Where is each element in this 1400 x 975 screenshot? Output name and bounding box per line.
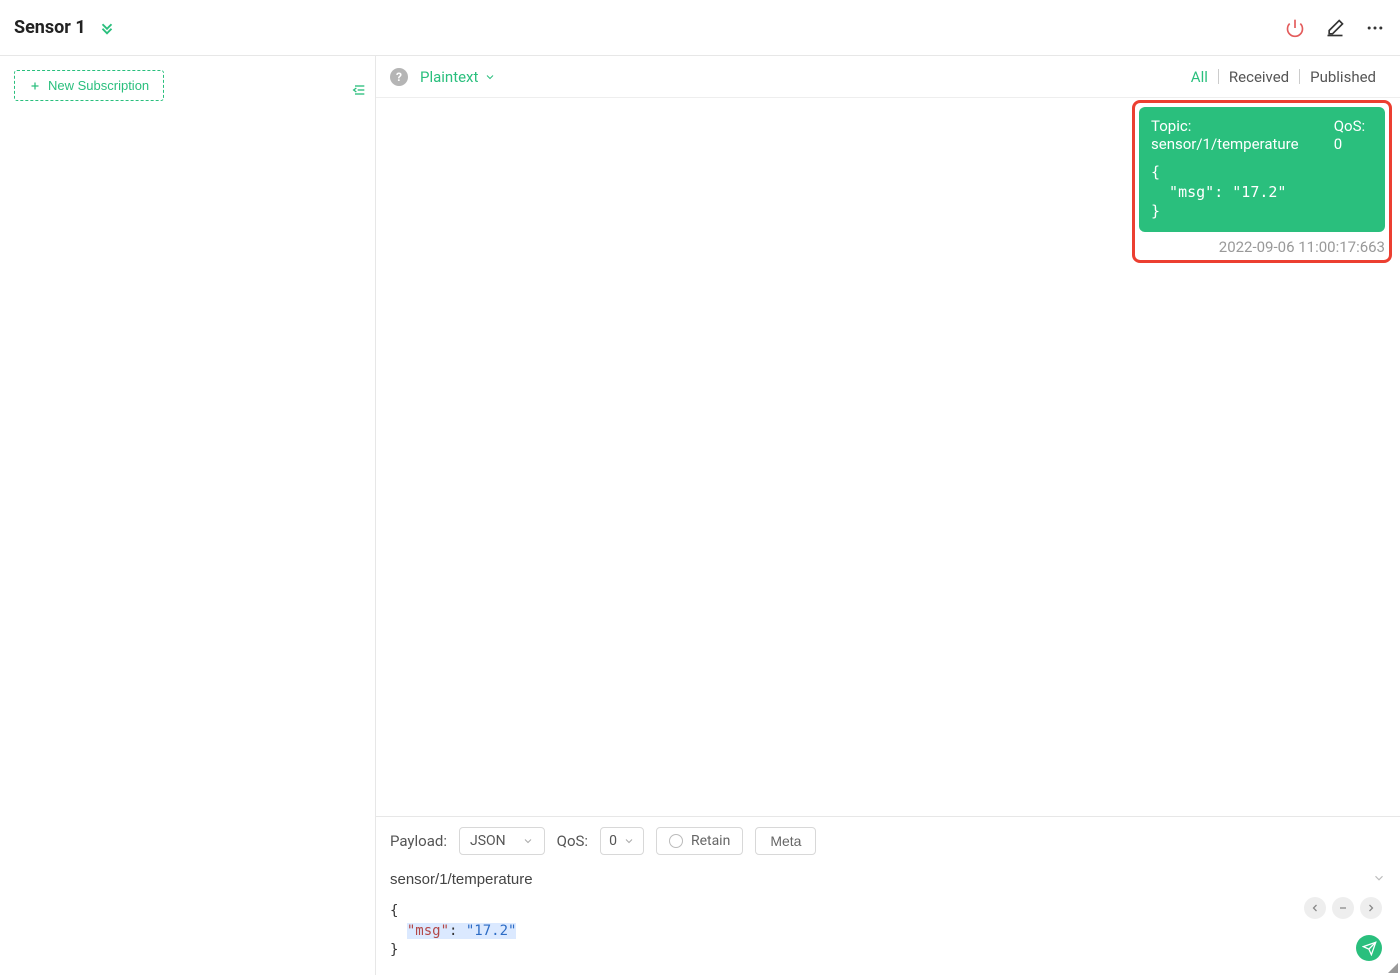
new-subscription-label: New Subscription (48, 78, 149, 93)
payload-format-value: JSON (470, 833, 506, 849)
topic-row (390, 867, 1386, 898)
qos-select[interactable]: 0 (600, 827, 644, 855)
tab-received[interactable]: Received (1219, 68, 1299, 86)
payload-label: Payload: (390, 832, 447, 850)
power-icon[interactable] (1284, 17, 1306, 39)
new-subscription-button[interactable]: New Subscription (14, 70, 164, 101)
tok-key: "msg" (407, 923, 449, 939)
connection-title: Sensor 1 (14, 17, 86, 38)
payload-format-select[interactable]: JSON (459, 827, 545, 855)
message-toolbar: ? Plaintext All Received Published (376, 56, 1400, 98)
edit-icon[interactable] (1324, 17, 1346, 39)
collapse-sidebar-icon[interactable] (351, 82, 367, 102)
plus-icon (29, 80, 41, 92)
chevron-down-icon (484, 71, 496, 83)
retain-toggle[interactable]: Retain (656, 827, 743, 855)
qos-label: QoS: (557, 832, 588, 850)
payload-format-selector[interactable]: Plaintext (420, 68, 496, 86)
tok-brace-open: { (390, 903, 398, 919)
chevron-down-icon (623, 835, 635, 847)
highlighted-message: Topic: sensor/1/temperature QoS: 0 { "ms… (1132, 100, 1392, 263)
publish-panel: Payload: JSON QoS: 0 Retain Meta (376, 816, 1400, 975)
toolbar-right: All Received Published (1181, 68, 1386, 86)
tok-colon: : (449, 923, 466, 939)
tok-brace-close: } (390, 942, 398, 958)
content: ? Plaintext All Received Published Topic… (376, 56, 1400, 975)
send-button[interactable] (1356, 935, 1382, 961)
meta-button[interactable]: Meta (755, 827, 816, 855)
message-header: Topic: sensor/1/temperature QoS: 0 (1151, 117, 1373, 153)
message-bubble[interactable]: Topic: sensor/1/temperature QoS: 0 { "ms… (1139, 107, 1385, 232)
tab-all[interactable]: All (1181, 68, 1218, 86)
header-bar: Sensor 1 (0, 0, 1400, 56)
send-icon (1362, 941, 1377, 956)
tab-published[interactable]: Published (1300, 68, 1386, 86)
retain-label: Retain (691, 833, 730, 849)
history-mid-button[interactable] (1332, 897, 1354, 919)
history-next-button[interactable] (1360, 897, 1382, 919)
messages-area: Topic: sensor/1/temperature QoS: 0 { "ms… (376, 98, 1400, 816)
help-icon[interactable]: ? (390, 68, 408, 86)
toolbar-left: ? Plaintext (390, 68, 496, 86)
resize-handle-icon[interactable] (1388, 963, 1398, 973)
message-topic: Topic: sensor/1/temperature (1151, 117, 1324, 153)
topic-input[interactable] (390, 867, 1372, 892)
tok-value: "17.2" (466, 923, 517, 939)
message-timestamp: 2022-09-06 11:00:17:663 (1139, 238, 1385, 256)
header-left: Sensor 1 (14, 17, 118, 39)
qos-value: 0 (609, 833, 617, 849)
expand-down-icon[interactable] (96, 17, 118, 39)
header-actions (1284, 17, 1386, 39)
main: New Subscription ? Plaintext All Receive… (0, 56, 1400, 975)
tok-indent (390, 923, 407, 939)
payload-editor[interactable]: { "msg": "17.2" } (390, 902, 1386, 961)
history-prev-button[interactable] (1304, 897, 1326, 919)
history-nav (1304, 897, 1382, 919)
chevron-down-icon (522, 835, 534, 847)
publish-options-row: Payload: JSON QoS: 0 Retain Meta (390, 827, 1386, 855)
more-icon[interactable] (1364, 17, 1386, 39)
topic-history-dropdown[interactable] (1372, 871, 1386, 889)
payload-format-label: Plaintext (420, 68, 478, 86)
subscriptions-sidebar: New Subscription (0, 56, 376, 975)
message-qos: QoS: 0 (1334, 117, 1373, 153)
radio-icon (669, 834, 683, 848)
message-payload: { "msg": "17.2" } (1151, 163, 1373, 222)
